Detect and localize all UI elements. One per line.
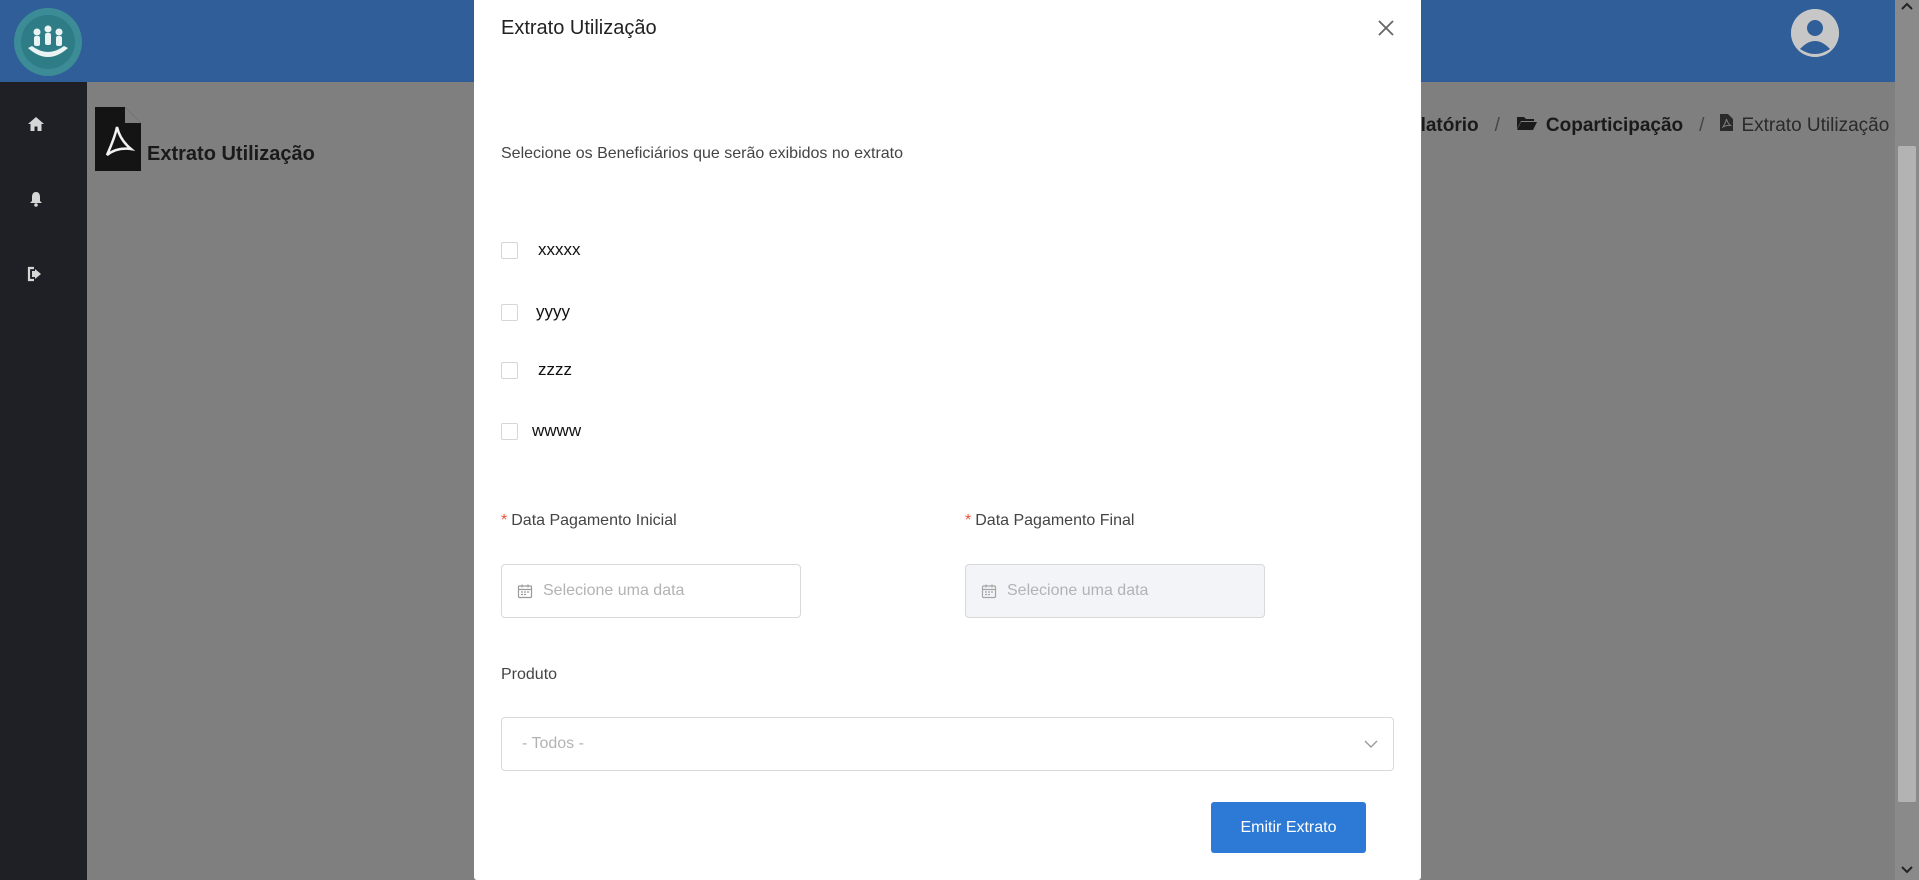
scroll-down-icon[interactable]: [1900, 864, 1914, 878]
file-pdf-icon: [1720, 114, 1734, 137]
file-pdf-icon: [95, 107, 141, 171]
breadcrumb-separator: /: [1699, 114, 1705, 136]
date-start-placeholder: Selecione uma data: [543, 582, 685, 599]
breadcrumb-separator: /: [1494, 114, 1500, 136]
calendar-icon: [517, 583, 533, 599]
page-title: Extrato Utilização: [147, 143, 315, 165]
beneficiaries-instructions: Selecione os Beneficiários que serão exi…: [501, 145, 904, 162]
beneficiary-option[interactable]: wwww: [501, 421, 581, 441]
beneficiary-option[interactable]: yyyy: [501, 302, 570, 322]
beneficiary-option[interactable]: xxxxx: [501, 240, 581, 260]
avatar-icon[interactable]: [1791, 9, 1839, 57]
modal-title: Extrato Utilização: [501, 17, 657, 39]
product-label: Produto: [501, 666, 558, 683]
date-end-label: * Data Pagamento Final: [965, 512, 1135, 529]
logo-icon[interactable]: [14, 8, 82, 76]
calendar-icon: [981, 583, 997, 599]
emit-extrato-button[interactable]: Emitir Extrato: [1211, 802, 1366, 853]
beneficiary-checkbox[interactable]: [501, 241, 518, 259]
breadcrumb-current: Extrato Utilização: [1741, 114, 1890, 136]
logout-icon[interactable]: [26, 264, 46, 284]
beneficiary-label[interactable]: xxxxx: [538, 240, 581, 260]
beneficiary-checkbox[interactable]: [501, 303, 518, 321]
product-selected-value: - Todos -: [522, 735, 584, 752]
beneficiary-label[interactable]: zzzz: [538, 360, 572, 380]
chevron-down-icon[interactable]: [1363, 736, 1379, 752]
sidebar: [0, 82, 87, 880]
required-mark: *: [501, 512, 508, 529]
beneficiary-checkbox[interactable]: [501, 422, 518, 440]
date-start-label: * Data Pagamento Inicial: [501, 512, 677, 529]
breadcrumb: elatório / Coparticipação / Extrato Util…: [1410, 114, 1889, 137]
date-end-placeholder: Selecione uma data: [1007, 582, 1149, 599]
scroll-up-icon[interactable]: [1900, 0, 1914, 14]
beneficiary-checkbox[interactable]: [501, 361, 518, 379]
beneficiary-label[interactable]: yyyy: [536, 302, 570, 322]
close-icon[interactable]: [1374, 16, 1398, 40]
required-mark: *: [965, 512, 972, 529]
scrollbar-thumb[interactable]: [1898, 146, 1916, 802]
date-start-picker[interactable]: Selecione uma data: [501, 564, 801, 618]
beneficiary-label[interactable]: wwww: [532, 421, 581, 441]
bell-icon[interactable]: [26, 189, 46, 209]
folder-open-icon: [1516, 115, 1538, 137]
beneficiary-option[interactable]: zzzz: [501, 360, 572, 380]
home-icon[interactable]: [26, 114, 46, 134]
product-select[interactable]: - Todos -: [501, 717, 1394, 771]
date-end-picker[interactable]: Selecione uma data: [965, 564, 1265, 618]
extrato-modal: Extrato Utilização Selecione os Benefici…: [474, 0, 1421, 880]
breadcrumb-item-coparticipacao[interactable]: Coparticipação: [1546, 115, 1683, 137]
